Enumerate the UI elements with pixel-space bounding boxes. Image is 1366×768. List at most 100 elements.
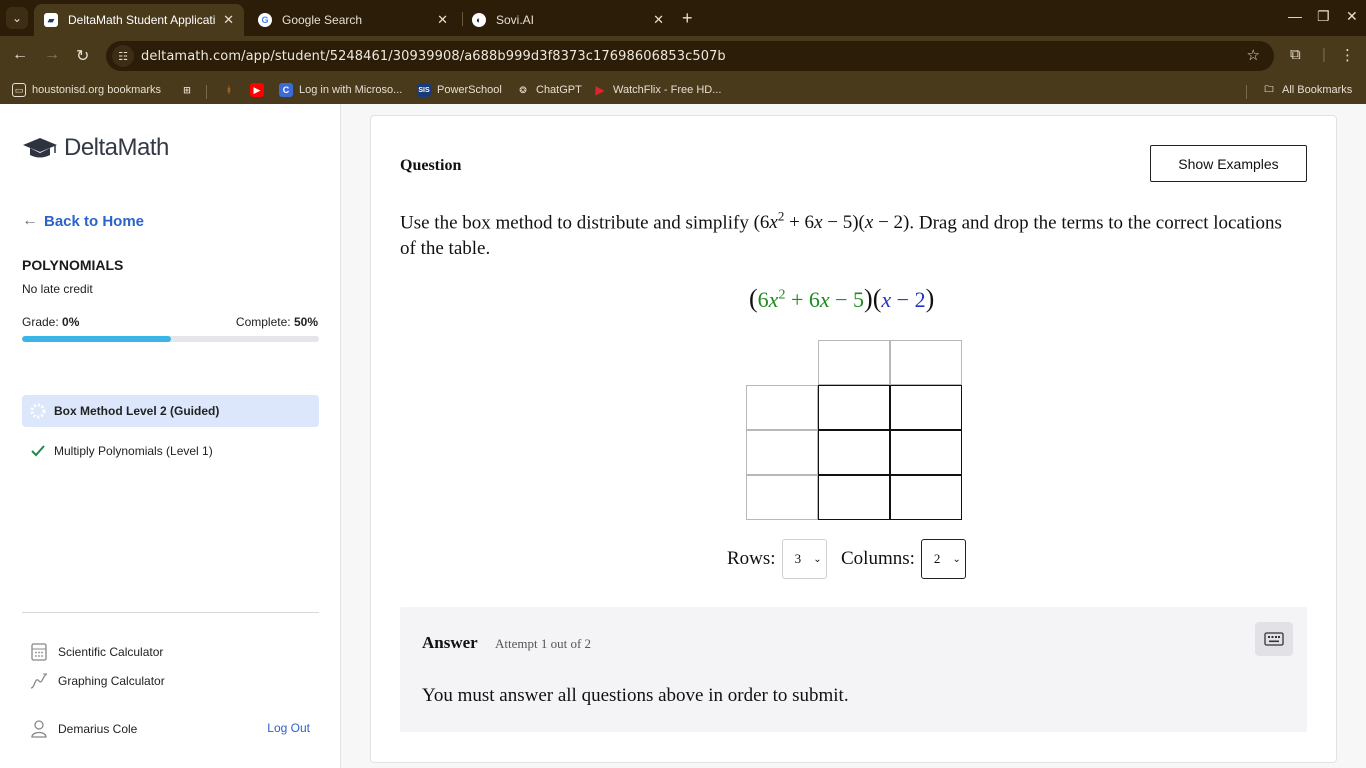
bookmark-deer[interactable]: ᚼ bbox=[222, 82, 242, 98]
product-cell-drop-zone[interactable] bbox=[818, 385, 890, 430]
skill-multiply-polynomials[interactable]: Multiply Polynomials (Level 1) bbox=[22, 435, 319, 467]
all-bookmarks-label: All Bookmarks bbox=[1282, 84, 1353, 96]
url-text[interactable]: deltamath.com/app/student/5248461/309399… bbox=[141, 49, 726, 64]
tab-deltamath[interactable]: ▰ DeltaMath Student Application ✕ bbox=[34, 4, 244, 36]
bookmark-microsoft-login[interactable]: C Log in with Microso... bbox=[279, 82, 402, 98]
deltamath-logo[interactable]: DeltaMath bbox=[22, 134, 169, 162]
product-cell-drop-zone[interactable] bbox=[818, 475, 890, 520]
reload-icon[interactable]: ↻ bbox=[76, 46, 89, 66]
extensions-icon[interactable]: ⧉ bbox=[1290, 46, 1301, 63]
address-bar[interactable]: ☷ deltamath.com/app/student/5248461/3093… bbox=[106, 41, 1274, 71]
progress-fill bbox=[22, 336, 171, 342]
complete-value: 50% bbox=[293, 315, 318, 329]
bookmark-divider bbox=[1246, 85, 1247, 99]
restore-icon[interactable]: ❐ bbox=[1317, 8, 1330, 25]
attempt-counter: Attempt 1 out of 2 bbox=[495, 636, 592, 651]
late-credit-text: No late credit bbox=[22, 282, 93, 296]
bookmark-label: WatchFlix - Free HD... bbox=[613, 84, 722, 96]
graduation-cap-icon bbox=[23, 138, 57, 158]
bookmark-label: houstonisd.org bookmarks bbox=[32, 84, 162, 96]
keyboard-toggle-button[interactable] bbox=[1255, 622, 1293, 656]
arrow-left-icon: ← bbox=[22, 212, 38, 229]
row-header-drop-zone[interactable] bbox=[746, 475, 818, 520]
google-favicon-icon: G bbox=[258, 13, 272, 27]
logout-link[interactable]: Log Out bbox=[267, 721, 310, 735]
window-close-icon[interactable]: ✕ bbox=[1346, 8, 1358, 25]
grid-icon: ⊞ bbox=[183, 84, 191, 95]
sis-icon: SIS bbox=[417, 83, 431, 97]
question-card: Question Show Examples Use the box metho… bbox=[370, 115, 1337, 763]
deer-icon: ᚼ bbox=[226, 85, 232, 95]
completion-progress-bar bbox=[22, 336, 319, 342]
logo-text: DeltaMath bbox=[64, 134, 169, 161]
tab-google-search[interactable]: G Google Search ✕ bbox=[248, 4, 458, 36]
managed-bookmarks-icon: ▭ bbox=[12, 83, 26, 97]
skill-label: Multiply Polynomials (Level 1) bbox=[54, 444, 213, 458]
bookmark-label: Log in with Microso... bbox=[299, 84, 403, 96]
question-expression: (6x2 + 6x − 5)(x − 2) bbox=[753, 209, 910, 234]
more-menu-icon[interactable]: ⋮ bbox=[1340, 46, 1355, 64]
assignment-title: POLYNOMIALS bbox=[22, 257, 124, 273]
new-tab-icon[interactable]: + bbox=[682, 8, 693, 29]
submit-requirement-message: You must answer all questions above in o… bbox=[422, 685, 849, 706]
skill-label: Box Method Level 2 (Guided) bbox=[54, 404, 220, 418]
product-cell-drop-zone[interactable] bbox=[890, 385, 962, 430]
rows-select[interactable]: 3 ⌄ bbox=[781, 539, 827, 579]
bookmark-chatgpt[interactable]: ❂ ChatGPT bbox=[516, 82, 582, 98]
answer-panel: Answer Attempt 1 out of 2 You must answe… bbox=[400, 607, 1307, 732]
back-to-home-link[interactable]: ← Back to Home bbox=[22, 212, 144, 230]
column-header-drop-zone[interactable] bbox=[890, 340, 962, 385]
answer-heading: Answer bbox=[422, 633, 478, 652]
product-cell-drop-zone[interactable] bbox=[890, 430, 962, 475]
bookmark-star-icon[interactable]: ☆ bbox=[1247, 46, 1260, 64]
columns-label: Columns: bbox=[841, 548, 915, 569]
columns-select[interactable]: 2 ⌄ bbox=[920, 539, 966, 579]
show-examples-button[interactable]: Show Examples bbox=[1150, 145, 1307, 182]
complete-label: Complete: bbox=[235, 315, 291, 329]
deltamath-favicon-icon: ▰ bbox=[44, 13, 58, 27]
graphing-calculator-link[interactable]: Graphing Calculator bbox=[30, 672, 165, 690]
back-arrow-icon[interactable]: ← bbox=[12, 46, 28, 64]
minimize-icon[interactable]: — bbox=[1288, 8, 1302, 24]
question-text-before: Use the box method to distribute and sim… bbox=[400, 212, 749, 234]
chevron-down-icon: ⌄ bbox=[813, 553, 822, 565]
scientific-calculator-link[interactable]: Scientific Calculator bbox=[30, 643, 163, 661]
sidebar-divider bbox=[22, 612, 319, 613]
tool-label: Scientific Calculator bbox=[58, 645, 164, 659]
row-header-drop-zone[interactable] bbox=[746, 385, 818, 430]
page-content: DeltaMath ← Back to Home POLYNOMIALS No … bbox=[0, 104, 1366, 768]
rows-control: Rows: 3 ⌄ bbox=[727, 539, 827, 579]
product-cell-drop-zone[interactable] bbox=[818, 430, 890, 475]
bookmark-youtube[interactable]: ▶ bbox=[250, 82, 270, 98]
column-header-drop-zone[interactable] bbox=[818, 340, 890, 385]
grade-value: 0% bbox=[62, 315, 80, 329]
row-header-drop-zone[interactable] bbox=[746, 430, 818, 475]
youtube-icon: ▶ bbox=[250, 83, 264, 97]
tool-label: Graphing Calculator bbox=[58, 674, 165, 688]
close-icon[interactable]: ✕ bbox=[223, 12, 234, 28]
close-icon[interactable]: ✕ bbox=[437, 12, 448, 28]
polynomial-expression: (6x2 + 6x − 5)(x − 2) bbox=[749, 284, 935, 313]
grade-label: Grade: bbox=[22, 315, 59, 329]
bookmark-houstonisd[interactable]: ▭ houstonisd.org bookmarks bbox=[12, 82, 161, 98]
tab-sovi-ai[interactable]: ◐ Sovi.AI ✕ bbox=[462, 4, 674, 36]
tab-title: Google Search bbox=[282, 13, 363, 27]
bookmark-watchflix[interactable]: ▶ WatchFlix - Free HD... bbox=[593, 82, 721, 98]
keyboard-icon bbox=[1264, 632, 1284, 646]
bookmark-label: PowerSchool bbox=[437, 84, 502, 96]
forward-arrow-icon[interactable]: → bbox=[44, 46, 60, 64]
rows-value: 3 bbox=[794, 551, 802, 566]
product-cell-drop-zone[interactable] bbox=[890, 475, 962, 520]
all-bookmarks-button[interactable]: 🗀 All Bookmarks bbox=[1262, 82, 1352, 98]
loading-spinner-icon bbox=[30, 403, 46, 419]
bookmark-powerschool[interactable]: SIS PowerSchool bbox=[417, 82, 502, 98]
close-icon[interactable]: ✕ bbox=[653, 12, 664, 28]
back-home-label: Back to Home bbox=[44, 212, 145, 230]
tab-title: DeltaMath Student Application bbox=[68, 13, 216, 27]
site-info-icon[interactable]: ☷ bbox=[112, 45, 134, 67]
apps-icon[interactable]: ⊞ bbox=[180, 82, 200, 98]
tab-search-icon[interactable]: ⌄ bbox=[6, 7, 28, 29]
skill-box-method-level-2[interactable]: Box Method Level 2 (Guided) bbox=[22, 395, 319, 427]
bookmark-label: ChatGPT bbox=[536, 84, 582, 96]
clever-icon: C bbox=[279, 83, 293, 97]
